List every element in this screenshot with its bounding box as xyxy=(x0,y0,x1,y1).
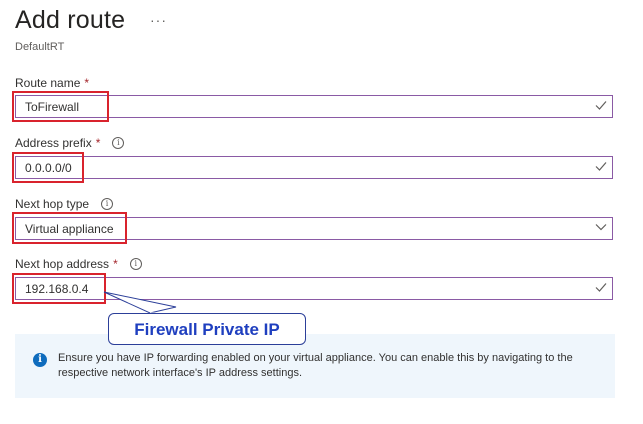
next-hop-address-label: Next hop address * i xyxy=(15,257,142,271)
more-options-button[interactable]: ··· xyxy=(150,12,167,28)
info-icon[interactable]: i xyxy=(112,137,125,149)
next-hop-type-highlight xyxy=(12,212,127,244)
required-marker: * xyxy=(113,257,118,271)
info-banner-text: Ensure you have IP forwarding enabled on… xyxy=(58,352,573,379)
page-subtitle: DefaultRT xyxy=(15,41,65,53)
info-icon[interactable]: i xyxy=(101,198,114,210)
next-hop-type-label: Next hop type i xyxy=(15,197,114,211)
next-hop-address-highlight xyxy=(12,273,106,304)
route-name-label: Route name * xyxy=(15,76,89,90)
check-icon xyxy=(595,162,607,171)
address-prefix-label-text: Address prefix xyxy=(15,136,92,150)
address-prefix-highlight xyxy=(12,152,84,183)
firewall-ip-callout: Firewall Private IP xyxy=(108,313,306,345)
page-title: Add route xyxy=(15,6,126,34)
check-icon xyxy=(595,101,607,110)
route-name-highlight xyxy=(12,91,109,122)
required-marker: * xyxy=(84,76,90,90)
required-marker: * xyxy=(95,136,101,150)
info-icon: i xyxy=(33,353,47,367)
next-hop-address-label-text: Next hop address xyxy=(15,257,110,271)
address-prefix-input[interactable]: 0.0.0.0/0 xyxy=(15,156,613,179)
check-icon xyxy=(595,283,607,292)
next-hop-type-label-text: Next hop type xyxy=(15,197,90,211)
chevron-down-icon xyxy=(595,224,607,231)
info-icon[interactable]: i xyxy=(129,258,142,270)
address-prefix-label: Address prefix * i xyxy=(15,136,125,150)
route-name-label-text: Route name xyxy=(15,76,81,90)
